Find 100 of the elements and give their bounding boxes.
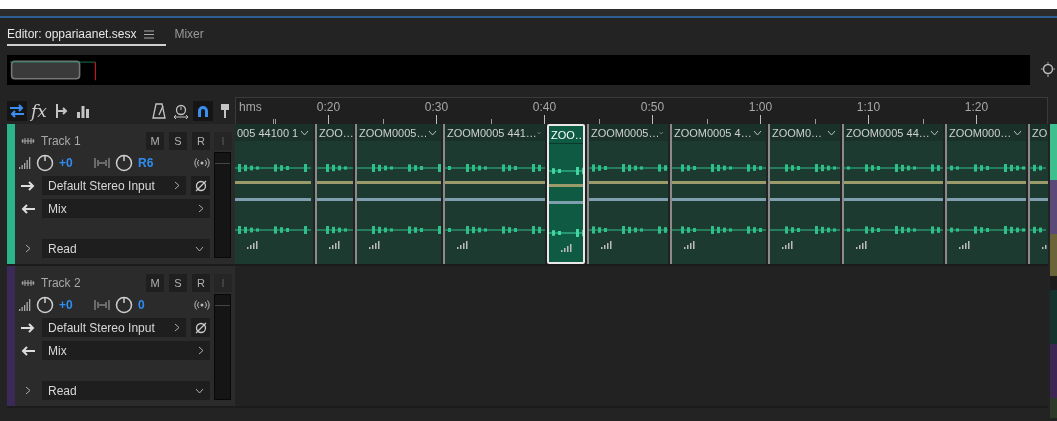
- chevron-down-icon[interactable]: [1013, 129, 1022, 136]
- track-toggle-button[interactable]: M: [146, 132, 164, 150]
- pan-icon: [94, 299, 110, 311]
- track-name[interactable]: Track 1: [41, 134, 81, 148]
- volume-knob[interactable]: [36, 154, 54, 172]
- audio-clip[interactable]: ZOO…: [547, 124, 585, 264]
- volume-value[interactable]: +0: [59, 156, 89, 170]
- automation-dropdown[interactable]: Read: [42, 381, 210, 400]
- clip-name: ZOOM0005…: [591, 126, 660, 139]
- track-toggle-button[interactable]: M: [146, 274, 164, 292]
- pan-value[interactable]: R6: [138, 156, 168, 170]
- toolbar-button[interactable]: [193, 100, 213, 121]
- chevron-right-icon: [198, 346, 204, 355]
- chevron-right-icon: [174, 323, 180, 332]
- expand-chevron-icon[interactable]: [25, 386, 31, 395]
- pan-knob[interactable]: [115, 154, 133, 172]
- menu-icon[interactable]: [144, 29, 155, 39]
- chevron-down-icon: [195, 245, 204, 252]
- clip-name: ZOOM0005 44…: [846, 126, 930, 139]
- track-name[interactable]: Track 2: [41, 276, 81, 290]
- track-toggle-button[interactable]: R: [192, 274, 210, 292]
- track-toggle-button[interactable]: S: [169, 132, 187, 150]
- output-arrow-icon: [21, 203, 35, 214]
- toolbar-button[interactable]: [7, 100, 27, 121]
- clip-name: ZOO…: [551, 128, 583, 141]
- editor-tab[interactable]: Editor: oppariaanet.sesx: [7, 24, 167, 46]
- effects-button[interactable]: fx: [29, 100, 49, 121]
- chevron-down-icon[interactable]: [827, 129, 836, 136]
- audio-clip[interactable]: 005 44100 1: [235, 124, 313, 264]
- clip-name: 005 44100 1: [237, 126, 299, 139]
- audio-clip[interactable]: ZOOM0005 4…: [670, 124, 766, 264]
- pan-icon: [94, 157, 110, 169]
- ruler-unit: hms: [239, 100, 262, 114]
- broadcast-icon[interactable]: [194, 300, 210, 310]
- clip-name: ZO: [1032, 126, 1048, 139]
- pan-knob[interactable]: [115, 296, 133, 314]
- track-toggle-button[interactable]: R: [192, 132, 210, 150]
- time-label: 1:00: [748, 100, 773, 114]
- magnet-icon: [196, 103, 210, 118]
- pin-icon: [220, 102, 230, 119]
- chevron-right-icon: [198, 204, 204, 213]
- chevron-down-icon[interactable]: [300, 129, 309, 136]
- clip-name: ZOO…: [319, 126, 353, 139]
- audio-clip[interactable]: ZOOM0005…: [587, 124, 668, 264]
- clip-name: ZOOM0005 441…: [447, 126, 537, 139]
- volume-icon: [19, 299, 31, 311]
- track-toggle-button[interactable]: S: [169, 274, 187, 292]
- clip-name: ZOOM0005…: [359, 126, 428, 139]
- waveform-icon: [21, 279, 35, 287]
- input-dropdown[interactable]: Default Stereo Input: [42, 318, 186, 337]
- chevron-down-icon[interactable]: [753, 129, 762, 136]
- audio-clip[interactable]: ZOO…: [315, 124, 353, 264]
- output-arrow-icon: [21, 345, 35, 356]
- volume-knob[interactable]: [36, 296, 54, 314]
- routing-icon: [54, 102, 68, 119]
- clip-gain-icon[interactable]: [457, 241, 468, 249]
- clip-gain-icon[interactable]: [601, 241, 612, 249]
- clip-gain-icon[interactable]: [782, 241, 793, 249]
- audio-clip[interactable]: ZOOM0005 44…: [842, 124, 943, 264]
- clip-name: ZOOM000…: [949, 126, 1012, 139]
- time-label: 0:30: [424, 100, 449, 114]
- clip-gain-icon[interactable]: [369, 241, 380, 249]
- output-dropdown[interactable]: Mix: [42, 199, 210, 218]
- stopwatch-icon: [173, 102, 189, 119]
- audio-clip[interactable]: ZOOM0…: [768, 124, 840, 264]
- chevron-down-icon[interactable]: [930, 129, 939, 136]
- volume-value[interactable]: +0: [59, 298, 89, 312]
- chevron-right-icon: [174, 181, 180, 190]
- volume-icon: [19, 157, 31, 169]
- clip-gain-icon[interactable]: [247, 241, 258, 249]
- audio-clip[interactable]: ZOOM000…: [945, 124, 1026, 264]
- phase-invert-button[interactable]: [191, 176, 210, 195]
- clip-gain-icon[interactable]: [684, 241, 695, 249]
- clip-gain-icon[interactable]: [959, 241, 970, 249]
- pan-value[interactable]: 0: [138, 298, 168, 312]
- metronome-icon: [152, 102, 166, 119]
- clip-gain-icon[interactable]: [561, 244, 572, 252]
- audio-clip[interactable]: ZOOM0005 441…: [443, 124, 545, 264]
- input-dropdown[interactable]: Default Stereo Input: [42, 176, 186, 195]
- time-label: 0:50: [640, 100, 665, 114]
- automation-dropdown[interactable]: Read: [42, 239, 210, 258]
- timeline-ruler[interactable]: hms 0:20 0:30 0:40 0:50 1:00 1:10 1:20: [235, 97, 1048, 124]
- time-label: 0:40: [532, 100, 557, 114]
- clip-gain-icon[interactable]: [329, 241, 340, 249]
- toolbar-button[interactable]: [149, 100, 169, 121]
- time-label: 1:10: [856, 100, 881, 114]
- audio-clip[interactable]: ZOOM0005…: [355, 124, 441, 264]
- phase-invert-button[interactable]: [191, 318, 210, 337]
- zoom-icon[interactable]: [1040, 60, 1056, 79]
- bars-icon: [76, 103, 90, 118]
- clip-name: ZOOM0005 4…: [674, 126, 752, 139]
- chevron-down-icon[interactable]: [659, 129, 664, 136]
- output-dropdown[interactable]: Mix: [42, 341, 210, 360]
- editor-tab[interactable]: Mixer: [174, 24, 216, 46]
- clip-name: ZOOM0…: [772, 126, 823, 139]
- expand-chevron-icon[interactable]: [25, 244, 31, 253]
- clip-gain-icon[interactable]: [856, 241, 867, 249]
- audio-clip[interactable]: ZO: [1028, 124, 1048, 264]
- chevron-down-icon[interactable]: [428, 129, 437, 136]
- broadcast-icon[interactable]: [194, 158, 210, 168]
